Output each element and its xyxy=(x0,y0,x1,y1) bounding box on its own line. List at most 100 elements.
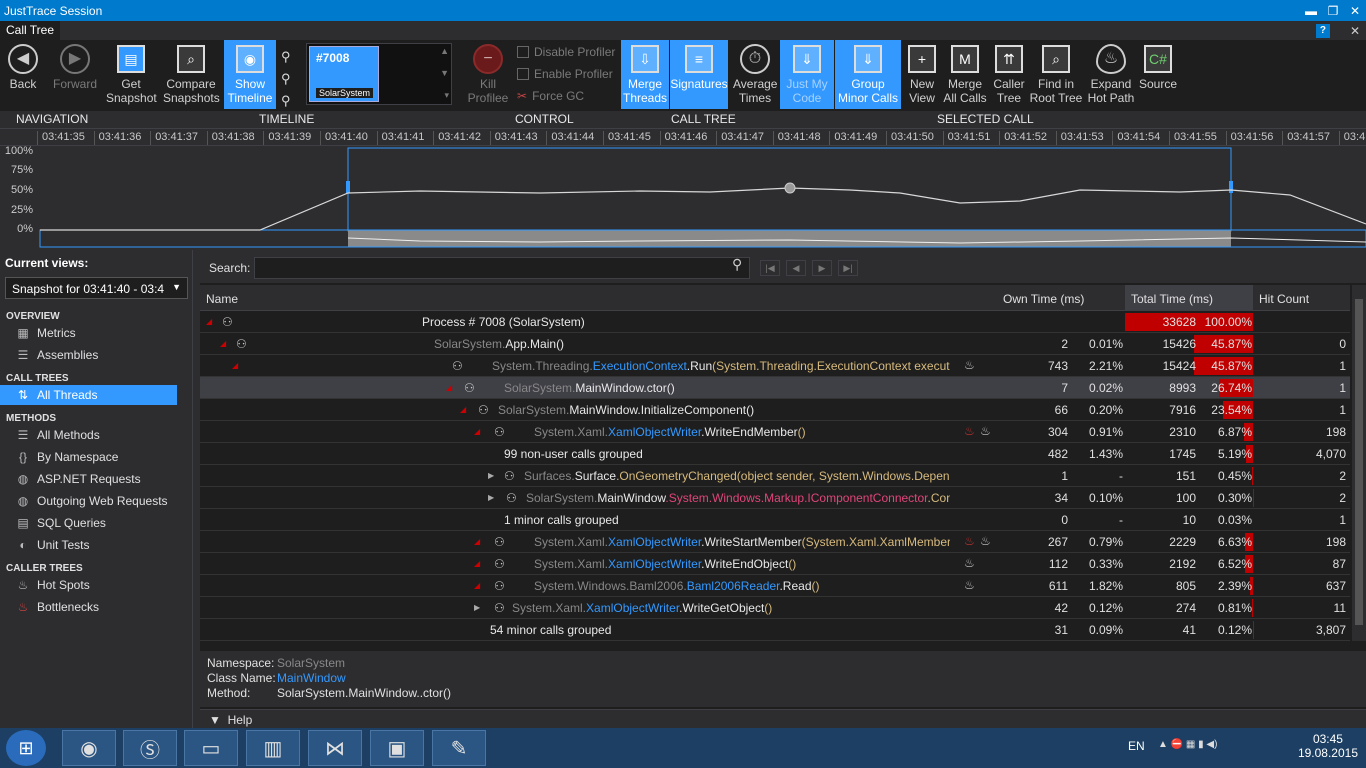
expand-arrow-icon[interactable]: ▶ xyxy=(474,603,480,612)
help-expander[interactable]: ▼ Help xyxy=(200,709,1366,728)
justtrace-taskbar-icon[interactable]: ▣ xyxy=(370,730,424,766)
col-hit-count[interactable]: Hit Count xyxy=(1259,292,1309,306)
table-row[interactable]: ◢ ⚇ System.Xaml.XamlObjectWriter.WriteEndM… xyxy=(200,421,1350,443)
table-row[interactable]: ◢ ⚇ SolarSystem.MainWindow.InitializeCompo… xyxy=(200,399,1350,421)
explorer-taskbar-icon[interactable]: ▭ xyxy=(184,730,238,766)
sidebar-item-aspnet[interactable]: ◍ ASP.NET Requests xyxy=(0,469,177,489)
collapse-arrow-icon[interactable]: ◢ xyxy=(446,383,452,392)
table-row[interactable]: ◢ ⚇ System.Windows.Baml2006.Baml2006Reader… xyxy=(200,575,1350,597)
prev-result-icon[interactable]: ◀ xyxy=(786,260,806,276)
enable-profiler-button[interactable]: Enable Profiler xyxy=(517,67,613,81)
table-row[interactable]: ◢ ⚇ Process # 7008 (SolarSystem) 33628 100.0… xyxy=(200,311,1350,333)
sidebar-item-metrics[interactable]: ▦ Metrics xyxy=(0,323,177,343)
visual-studio-taskbar-icon[interactable]: ⋈ xyxy=(308,730,362,766)
table-row[interactable]: ◢ ⚇ System.Xaml.XamlObjectWriter.WriteEndO… xyxy=(200,553,1350,575)
timeline-chart[interactable]: 100% 75% 50% 25% 0% xyxy=(0,145,1366,250)
merge-threads-button[interactable]: ⇩ Merge Threads xyxy=(621,40,669,109)
expand-hot-path-button[interactable]: ♨ Expand Hot Path xyxy=(1085,40,1137,109)
table-row[interactable]: ▶ ⚇ System.Xaml.XamlObjectWriter.WriteGetO… xyxy=(200,597,1350,619)
scroll-down-icon[interactable]: ▼ xyxy=(440,68,449,78)
merge-all-calls-button[interactable]: M Merge All Calls xyxy=(942,40,988,109)
scroll-more-icon[interactable]: ▾ xyxy=(444,90,449,101)
close-icon[interactable]: ✕ xyxy=(1344,4,1366,18)
search-icon[interactable]: ⚲ xyxy=(732,256,742,273)
tray-icons[interactable]: ▲ ⛔ ▦ ▮ ◀) xyxy=(1158,739,1217,750)
collapse-arrow-icon[interactable]: ◢ xyxy=(474,427,480,436)
timeline-range-bar[interactable] xyxy=(348,230,1231,247)
average-times-button[interactable]: ⏱ Average Times xyxy=(731,40,779,109)
collapse-arrow-icon[interactable]: ◢ xyxy=(206,317,212,326)
snapshot-dropdown[interactable]: Snapshot for 03:41:40 - 03:4 ▼ xyxy=(5,277,188,299)
sidebar-item-sql[interactable]: ▤ SQL Queries xyxy=(0,513,177,533)
col-name[interactable]: Name xyxy=(206,292,238,306)
new-view-button[interactable]: + New View xyxy=(904,40,940,109)
start-button[interactable]: ⊞ xyxy=(6,730,46,766)
col-total-time[interactable]: Total Time (ms) xyxy=(1131,292,1213,306)
minimize-icon[interactable]: ▬ xyxy=(1300,4,1322,18)
force-gc-button[interactable]: ✂ Force GC xyxy=(517,89,584,103)
search-input[interactable] xyxy=(254,257,750,279)
kill-profilee-button[interactable]: − Kill Profilee xyxy=(464,40,512,109)
scroll-up-icon[interactable]: ▲ xyxy=(440,46,449,56)
collapse-arrow-icon[interactable]: ◢ xyxy=(474,581,480,590)
restore-icon[interactable]: ❐ xyxy=(1322,4,1344,18)
collapse-arrow-icon[interactable]: ◢ xyxy=(460,405,466,414)
collapse-arrow-icon[interactable]: ◢ xyxy=(474,559,480,568)
skype-taskbar-icon[interactable]: Ⓢ xyxy=(123,730,177,766)
snapshot-list[interactable]: #7008 SolarSystem ▲ ▼ ▾ xyxy=(306,43,452,105)
caller-tree-button[interactable]: ⇈ Caller Tree xyxy=(990,40,1028,109)
table-row[interactable]: 54 minor calls grouped 31 0.09% 41 0.12% 3,80… xyxy=(200,619,1350,641)
next-result-icon[interactable]: ▶ xyxy=(812,260,832,276)
table-row[interactable]: ◢ ⚇ SolarSystem.App.Main() 2 0.01% 15426 45.87… xyxy=(200,333,1350,355)
show-timeline-button[interactable]: ◉ Show Timeline xyxy=(224,40,276,109)
sidebar-item-unit-tests[interactable]: ◐ Unit Tests xyxy=(0,535,177,555)
sidebar-item-hot-spots[interactable]: ♨ Hot Spots xyxy=(0,575,177,595)
just-my-code-button[interactable]: ⇓ Just My Code xyxy=(780,40,834,109)
help-icon[interactable]: ? xyxy=(1315,23,1330,38)
table-row[interactable]: ▶ ⚇ Surfaces.Surface.OnGeometryChanged(obj… xyxy=(200,465,1350,487)
last-result-icon[interactable]: ▶| xyxy=(838,260,858,276)
expand-arrow-icon[interactable]: ▶ xyxy=(488,471,494,480)
sidebar-item-all-threads[interactable]: ⇅ All Threads xyxy=(0,385,177,405)
sidebar-item-by-namespace[interactable]: {} By Namespace xyxy=(0,447,177,467)
first-result-icon[interactable]: |◀ xyxy=(760,260,780,276)
table-row[interactable]: 1 minor calls grouped 0-10 0.03% 1 xyxy=(200,509,1350,531)
paint-taskbar-icon[interactable]: ✎ xyxy=(432,730,486,766)
group-minor-calls-button[interactable]: ⇓ Group Minor Calls xyxy=(835,40,901,109)
table-row[interactable]: ◢ ⚇ SolarSystem.MainWindow.ctor() 7 0.02% 899… xyxy=(200,377,1350,399)
table-row[interactable]: 99 non-user calls grouped 482 1.43% 1745 5.1… xyxy=(200,443,1350,465)
snapshot-thumbnail[interactable]: #7008 SolarSystem xyxy=(309,46,379,102)
compare-snapshots-button[interactable]: ⌕ Compare Snapshots xyxy=(162,40,220,109)
clock[interactable]: 03:45 19.08.2015 xyxy=(1298,732,1358,760)
collapse-arrow-icon[interactable]: ◢ xyxy=(220,339,226,348)
forward-button[interactable]: ▶ Forward xyxy=(50,40,100,109)
col-own-time[interactable]: Own Time (ms) xyxy=(1003,292,1084,306)
language-indicator[interactable]: EN xyxy=(1128,739,1145,753)
signatures-button[interactable]: ≡ Signatures xyxy=(670,40,728,109)
profile-filter-icons[interactable]: ⚲ ⚲ ⚲ xyxy=(281,46,291,112)
back-button[interactable]: ◀ Back xyxy=(4,40,42,109)
tab-call-tree[interactable]: Call Tree xyxy=(0,21,61,40)
close-tab-icon[interactable]: ✕ xyxy=(1350,24,1360,38)
vertical-scrollbar[interactable] xyxy=(1352,285,1366,641)
scroll-thumb[interactable] xyxy=(1355,299,1363,625)
collapse-arrow-icon[interactable]: ◢ xyxy=(474,537,480,546)
sidebar-item-assemblies[interactable]: ☰ Assemblies xyxy=(0,345,177,365)
selection-right-handle[interactable] xyxy=(1229,181,1233,193)
disable-profiler-button[interactable]: Disable Profiler xyxy=(517,45,615,59)
source-button[interactable]: C# Source xyxy=(1138,40,1178,109)
sidebar-item-all-methods[interactable]: ☰ All Methods xyxy=(0,425,177,445)
expand-arrow-icon[interactable]: ▶ xyxy=(488,493,494,502)
winrar-taskbar-icon[interactable]: ▥ xyxy=(246,730,300,766)
sidebar-item-outgoing[interactable]: ◍ Outgoing Web Requests xyxy=(0,491,177,511)
table-row[interactable]: ◢ ⚇ System.Xaml.XamlObjectWriter.WriteStar… xyxy=(200,531,1350,553)
collapse-arrow-icon[interactable]: ◢ xyxy=(232,361,238,370)
find-in-root-tree-button[interactable]: ⌕ Find in Root Tree xyxy=(1029,40,1083,109)
table-row[interactable]: ◢ ⚇ System.Threading.ExecutionContext.Run(… xyxy=(200,355,1350,377)
timeline-marker[interactable] xyxy=(784,182,796,194)
selection-left-handle[interactable] xyxy=(346,181,350,193)
get-snapshot-button[interactable]: ▤ Get Snapshot xyxy=(104,40,158,109)
sidebar-item-bottlenecks[interactable]: ♨ Bottlenecks xyxy=(0,597,177,617)
chrome-taskbar-icon[interactable]: ◉ xyxy=(62,730,116,766)
table-row[interactable]: ▶ ⚇ SolarSystem.MainWindow.System.Windows.… xyxy=(200,487,1350,509)
